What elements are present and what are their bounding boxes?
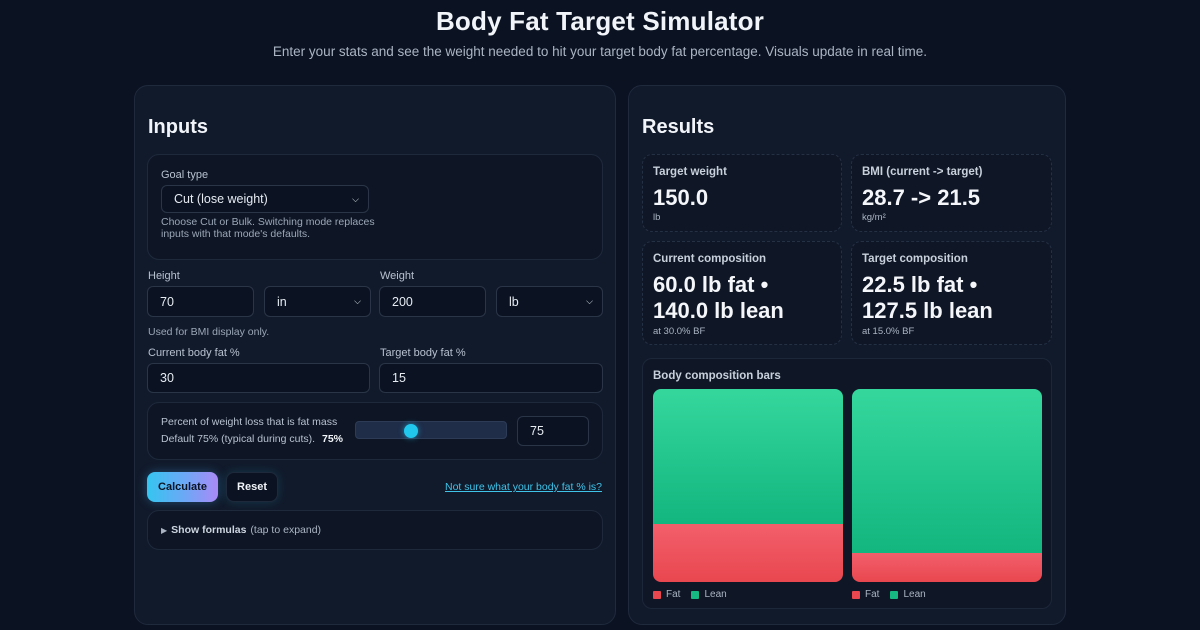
legend-lean-label: Lean xyxy=(903,589,926,600)
lean-segment xyxy=(852,389,1042,554)
chevron-down-icon: ⌵ xyxy=(586,296,593,306)
calculate-button[interactable]: Calculate xyxy=(147,472,218,502)
target-weight-label: Target weight xyxy=(653,166,727,178)
chevron-down-icon: ⌵ xyxy=(354,296,361,306)
formulas-label: Show formulas xyxy=(171,524,247,536)
goal-type-value: Cut (lose weight) xyxy=(174,192,268,206)
composition-bars-title: Body composition bars xyxy=(653,370,781,382)
page-title: Body Fat Target Simulator xyxy=(435,6,765,36)
goal-type-label: Goal type xyxy=(161,169,209,181)
target-bf-label: Target body fat % xyxy=(380,347,466,359)
triangle-right-icon: ▶ xyxy=(161,525,168,535)
page-header: Body Fat Target Simulator Enter your sta… xyxy=(0,0,1200,59)
target-weight-unit: lb xyxy=(653,212,661,223)
current-bf-input[interactable]: 30 xyxy=(147,363,370,393)
fat-share-display: 75% xyxy=(322,433,344,445)
results-panel: Results Target weight 150.0 lb BMI (curr… xyxy=(628,85,1066,625)
chevron-down-icon: ⌵ xyxy=(352,193,359,204)
lean-swatch xyxy=(691,590,700,599)
weight-unit-select[interactable]: lb ⌵ xyxy=(496,286,603,317)
reset-button[interactable]: Reset xyxy=(226,472,278,502)
current-composition-line2: 140.0 lb lean xyxy=(653,298,784,323)
lean-swatch xyxy=(890,590,899,599)
current-composition-label: Current composition xyxy=(653,253,767,265)
current-composition-bar xyxy=(653,389,843,582)
current-composition-card: Current composition 60.0 lb fat • 140.0 … xyxy=(642,241,842,345)
fat-share-input[interactable]: 75 xyxy=(517,416,589,446)
fat-swatch xyxy=(852,590,860,599)
goal-type-select[interactable]: Cut (lose weight) ⌵ xyxy=(161,185,369,213)
bmi-value: 28.7 -> 21.5 xyxy=(862,185,981,210)
fat-segment xyxy=(653,524,843,582)
lean-segment xyxy=(653,389,843,525)
legend-fat-label: Fat xyxy=(865,589,880,600)
height-input[interactable]: 70 xyxy=(147,286,254,317)
legend-lean-label: Lean xyxy=(704,589,727,600)
bmi-unit: kg/m² xyxy=(862,212,886,223)
page-subtitle: Enter your stats and see the weight need… xyxy=(272,44,928,59)
target-bf-input[interactable]: 15 xyxy=(379,363,603,393)
legend-fat-label: Fat xyxy=(666,589,681,600)
inputs-panel: Inputs Goal type Cut (lose weight) ⌵ Cho… xyxy=(134,85,616,625)
target-weight-card: Target weight 150.0 lb xyxy=(642,154,842,232)
formulas-toggle[interactable]: ▶ Show formulas (tap to expand) xyxy=(147,510,603,550)
legend-current: Fat Lean xyxy=(653,589,727,600)
fat-share-hint: Default 75% (typical during cuts). xyxy=(161,433,316,445)
inputs-title: Inputs xyxy=(148,116,208,138)
current-bf-label: Current body fat % xyxy=(148,347,240,359)
fat-share-box: Percent of weight loss that is fat mass … xyxy=(147,402,603,460)
weight-input[interactable]: 200 xyxy=(379,286,486,317)
target-weight-value: 150.0 xyxy=(653,185,709,210)
bmi-label: BMI (current -> target) xyxy=(862,166,983,178)
fat-swatch xyxy=(653,590,661,599)
target-composition-line2: 127.5 lb lean xyxy=(862,298,993,323)
height-unit-select[interactable]: in ⌵ xyxy=(264,286,371,317)
target-composition-card: Target composition 22.5 lb fat • 127.5 l… xyxy=(851,241,1052,345)
target-composition-line1: 22.5 lb fat • xyxy=(862,272,978,297)
weight-label: Weight xyxy=(380,270,415,282)
target-composition-note: at 15.0% BF xyxy=(862,326,915,337)
goal-type-hint: Choose Cut or Bulk. Switching mode repla… xyxy=(161,216,375,240)
current-composition-line1: 60.0 lb fat • xyxy=(653,272,769,297)
fat-segment xyxy=(852,553,1042,582)
current-composition-note: at 30.0% BF xyxy=(653,326,706,337)
slider-thumb[interactable] xyxy=(403,424,418,438)
results-title: Results xyxy=(642,116,715,138)
composition-bars-card: Body composition bars Fat Lean Fat Lean xyxy=(642,358,1052,609)
target-composition-label: Target composition xyxy=(862,253,968,265)
height-label: Height xyxy=(148,270,180,282)
formulas-note: (tap to expand) xyxy=(250,524,322,536)
fat-share-slider[interactable] xyxy=(355,421,507,439)
body-fat-help-link[interactable]: Not sure what your body fat % is? xyxy=(445,481,602,493)
legend-target: Fat Lean xyxy=(852,589,926,600)
fat-share-label: Percent of weight loss that is fat mass xyxy=(161,416,338,428)
bmi-card: BMI (current -> target) 28.7 -> 21.5 kg/… xyxy=(851,154,1052,232)
goal-type-box: Goal type Cut (lose weight) ⌵ Choose Cut… xyxy=(147,154,603,260)
height-hint: Used for BMI display only. xyxy=(148,326,270,338)
target-composition-bar xyxy=(852,389,1042,582)
